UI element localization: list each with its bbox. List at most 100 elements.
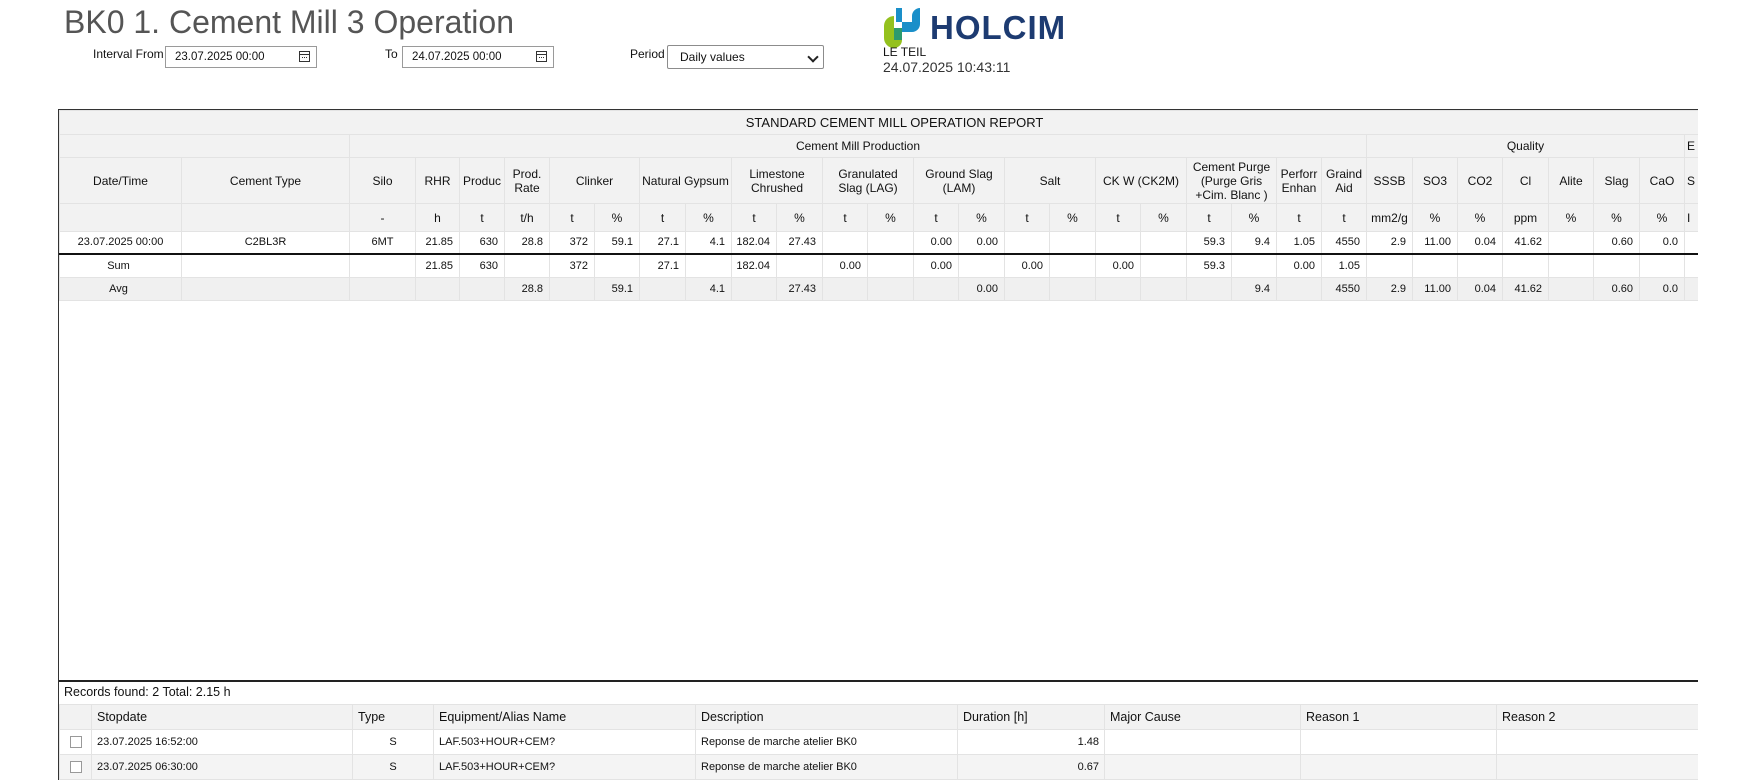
stop-major-cause[interactable]	[1104, 729, 1301, 755]
cell-salt-t	[1004, 231, 1050, 254]
avg-lam-p: 0.00	[958, 277, 1005, 301]
unit-salt-t: t	[1004, 203, 1050, 232]
stops-col-description[interactable]: Description	[695, 704, 958, 730]
row-checkbox[interactable]	[69, 736, 82, 749]
unit-grind: t	[1321, 203, 1367, 232]
interval-to-input[interactable]: 24.07.2025 00:00	[402, 46, 554, 68]
stop-row[interactable]: 23.07.2025 16:52:00 S LAF.503+HOUR+CEM? …	[59, 729, 1698, 755]
unit-sssb: mm2/g	[1366, 203, 1413, 232]
unit-ckw-p: %	[1140, 203, 1187, 232]
avg-cao: 0.0	[1639, 277, 1685, 301]
unit-limestone-t: t	[731, 203, 777, 232]
stop-equipment: LAF.503+HOUR+CEM?	[433, 754, 696, 780]
period-label: Period	[630, 47, 665, 61]
report-timestamp: 24.07.2025 10:43:11	[883, 59, 1011, 75]
calendar-icon[interactable]	[299, 51, 310, 62]
cell-salt-p	[1049, 231, 1096, 254]
stop-major-cause[interactable]	[1104, 754, 1301, 780]
cell-purge-t: 59.3	[1186, 231, 1232, 254]
avg-gypsum-p: 4.1	[685, 277, 732, 301]
stops-col-stopdate[interactable]: Stopdate	[91, 704, 353, 730]
stops-col-duration[interactable]: Duration [h]	[957, 704, 1105, 730]
row-checkbox[interactable]	[69, 761, 82, 774]
cell-gypsum-p: 4.1	[685, 231, 732, 254]
unit-clinker-p: %	[594, 203, 640, 232]
records-found: Records found: 2 Total: 2.15 h	[64, 685, 231, 699]
stop-reason2[interactable]	[1496, 754, 1698, 780]
avg-prod-rate: 28.8	[504, 277, 550, 301]
col-perf: Perforr Enhan	[1276, 157, 1322, 204]
cell-ckw-p	[1140, 231, 1187, 254]
unit-limestone-p: %	[776, 203, 823, 232]
cell-so3: 11.00	[1412, 231, 1458, 254]
holcim-logo: HOLCIM	[882, 6, 1065, 48]
stop-date: 23.07.2025 06:30:00	[91, 754, 353, 780]
calendar-icon[interactable]	[536, 51, 547, 62]
unit-lag-t: t	[822, 203, 868, 232]
unit-prod-rate: t/h	[504, 203, 550, 232]
col-slag: Slag	[1593, 157, 1640, 204]
cell-prod-rate: 28.8	[504, 231, 550, 254]
stop-reason1[interactable]	[1300, 729, 1497, 755]
avg-limestone-p: 27.43	[776, 277, 823, 301]
avg-purge-p: 9.4	[1231, 277, 1277, 301]
cell-lam-p: 0.00	[958, 231, 1005, 254]
col-rhr: RHR	[415, 157, 460, 204]
avg-clinker-p: 59.1	[594, 277, 640, 301]
stops-col-reason2[interactable]: Reason 2	[1496, 704, 1698, 730]
col-sssb: SSSB	[1366, 157, 1413, 204]
unit-perf: t	[1276, 203, 1322, 232]
period-select[interactable]: Daily values	[667, 45, 824, 69]
stops-col-reason1[interactable]: Reason 1	[1300, 704, 1497, 730]
col-cement-type: Cement Type	[181, 157, 350, 204]
cell-purge-p: 9.4	[1231, 231, 1277, 254]
cell-slag: 0.60	[1593, 231, 1640, 254]
cell-rhr: 21.85	[415, 231, 460, 254]
stops-col-major-cause[interactable]: Major Cause	[1104, 704, 1301, 730]
col-more: S	[1683, 157, 1698, 204]
report-title: STANDARD CEMENT MILL OPERATION REPORT	[59, 110, 1698, 135]
unit-clinker-t: t	[549, 203, 595, 232]
cell-co2: 0.04	[1457, 231, 1503, 254]
interval-from-input[interactable]: 23.07.2025 00:00	[165, 46, 317, 68]
stop-row[interactable]: 23.07.2025 06:30:00 S LAF.503+HOUR+CEM? …	[59, 754, 1698, 780]
group-production: Cement Mill Production	[349, 134, 1367, 158]
sum-salt-t: 0.00	[1004, 252, 1050, 278]
avg-grind: 4550	[1321, 277, 1367, 301]
unit-salt-p: %	[1049, 203, 1096, 232]
col-prod-rate: Prod. Rate	[504, 157, 550, 204]
stop-reason1[interactable]	[1300, 754, 1497, 780]
sum-grind: 1.05	[1321, 252, 1367, 278]
stops-panel: Records found: 2 Total: 2.15 h Stopdate …	[59, 680, 1698, 780]
avg-so3: 11.00	[1412, 277, 1458, 301]
stops-col-type[interactable]: Type	[352, 704, 434, 730]
sum-rhr: 21.85	[415, 252, 460, 278]
unit-alite: %	[1548, 203, 1594, 232]
cell-alite	[1548, 231, 1594, 254]
sum-purge-t: 59.3	[1186, 252, 1232, 278]
stops-col-equipment[interactable]: Equipment/Alias Name	[433, 704, 696, 730]
col-grind: Graind Aid	[1321, 157, 1367, 204]
stop-description: Reponse de marche atelier BK0	[695, 754, 958, 780]
group-quality: Quality	[1366, 134, 1685, 158]
sum-row: Sum 21.85 630 372 27.1 182.04 0.00 0.00 …	[59, 252, 1698, 278]
sum-limestone-t: 182.04	[731, 252, 777, 278]
unit-more: I	[1683, 203, 1698, 232]
cell-cao: 0.0	[1639, 231, 1685, 254]
avg-slag: 0.60	[1593, 277, 1640, 301]
stop-date: 23.07.2025 16:52:00	[91, 729, 353, 755]
interval-from-label: Interval From	[93, 47, 164, 61]
col-cl: Cl	[1502, 157, 1549, 204]
unit-cao: %	[1639, 203, 1685, 232]
cell-limestone-p: 27.43	[776, 231, 823, 254]
table-row: 23.07.2025 00:00 C2BL3R 6MT 21.85 630 28…	[59, 231, 1698, 254]
brand-name: HOLCIM	[930, 9, 1067, 46]
cell-limestone-t: 182.04	[731, 231, 777, 254]
sum-produc: 630	[459, 252, 505, 278]
stop-duration: 1.48	[957, 729, 1105, 755]
col-co2: CO2	[1457, 157, 1503, 204]
unit-so3: %	[1412, 203, 1458, 232]
stop-reason2[interactable]	[1496, 729, 1698, 755]
unit-rhr: h	[415, 203, 460, 232]
unit-purge-p: %	[1231, 203, 1277, 232]
